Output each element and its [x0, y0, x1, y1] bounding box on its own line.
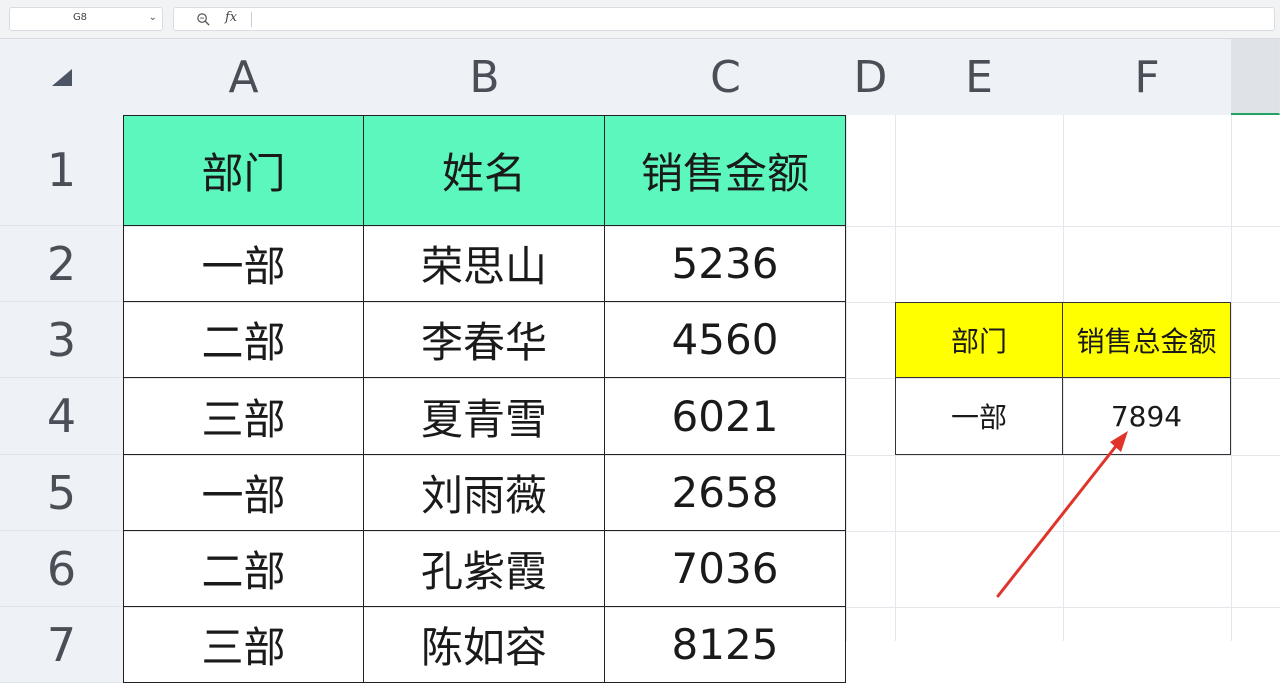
- column-header-a[interactable]: A: [123, 39, 365, 115]
- spreadsheet-grid: A B C D E F 1 2 3 4 5 6 7 部门 姓名 销售金额 一部 …: [0, 39, 1280, 683]
- table-cell[interactable]: 李春华: [364, 302, 605, 378]
- column-header-b[interactable]: B: [364, 39, 606, 115]
- summary-total-cell[interactable]: 7894: [1063, 378, 1231, 455]
- table-cell[interactable]: 孔紫霞: [364, 531, 605, 607]
- table-cell[interactable]: 4560: [605, 302, 846, 378]
- column-header-e[interactable]: E: [895, 39, 1064, 115]
- column-header-d[interactable]: D: [846, 39, 896, 115]
- column-header-g[interactable]: [1231, 39, 1280, 115]
- row-header-1[interactable]: 1: [0, 115, 123, 226]
- table-cell[interactable]: 一部: [123, 455, 364, 531]
- zoom-icon[interactable]: [196, 12, 211, 27]
- table-cell[interactable]: 夏青雪: [364, 378, 605, 455]
- summary-header-cell[interactable]: 销售总金额: [1063, 302, 1231, 378]
- formula-bar: G8 ⌄ fx: [0, 0, 1280, 39]
- name-box[interactable]: G8 ⌄: [9, 7, 163, 31]
- divider: [251, 12, 252, 27]
- table-cell[interactable]: 荣思山: [364, 226, 605, 302]
- table-cell[interactable]: 陈如容: [364, 607, 605, 683]
- table-cell[interactable]: 二部: [123, 531, 364, 607]
- summary-header-cell[interactable]: 部门: [895, 302, 1063, 378]
- row-header-2[interactable]: 2: [0, 226, 123, 302]
- table-cell[interactable]: 三部: [123, 607, 364, 683]
- table-cell[interactable]: 刘雨薇: [364, 455, 605, 531]
- select-all-corner[interactable]: [0, 39, 123, 115]
- row-header-3[interactable]: 3: [0, 302, 123, 378]
- cell-reference: G8: [72, 12, 88, 23]
- column-header-f[interactable]: F: [1063, 39, 1232, 115]
- table-cell[interactable]: 8125: [605, 607, 846, 683]
- fx-icon[interactable]: fx: [225, 10, 237, 25]
- row-header-7[interactable]: 7: [0, 607, 123, 683]
- table-cell[interactable]: 2658: [605, 455, 846, 531]
- summary-cell[interactable]: 一部: [895, 378, 1063, 455]
- table-header-cell[interactable]: 销售金额: [605, 115, 846, 226]
- table-cell[interactable]: 三部: [123, 378, 364, 455]
- table-cell[interactable]: 一部: [123, 226, 364, 302]
- row-header-5[interactable]: 5: [0, 455, 123, 531]
- chevron-down-icon[interactable]: ⌄: [149, 12, 157, 23]
- formula-input[interactable]: fx: [173, 7, 1275, 31]
- table-cell[interactable]: 5236: [605, 226, 846, 302]
- table-header-cell[interactable]: 姓名: [364, 115, 605, 226]
- table-cell[interactable]: 6021: [605, 378, 846, 455]
- row-header-4[interactable]: 4: [0, 378, 123, 455]
- column-header-c[interactable]: C: [605, 39, 847, 115]
- table-header-cell[interactable]: 部门: [123, 115, 364, 226]
- select-all-icon: [52, 69, 72, 86]
- table-cell[interactable]: 二部: [123, 302, 364, 378]
- table-cell[interactable]: 7036: [605, 531, 846, 607]
- row-header-6[interactable]: 6: [0, 531, 123, 607]
